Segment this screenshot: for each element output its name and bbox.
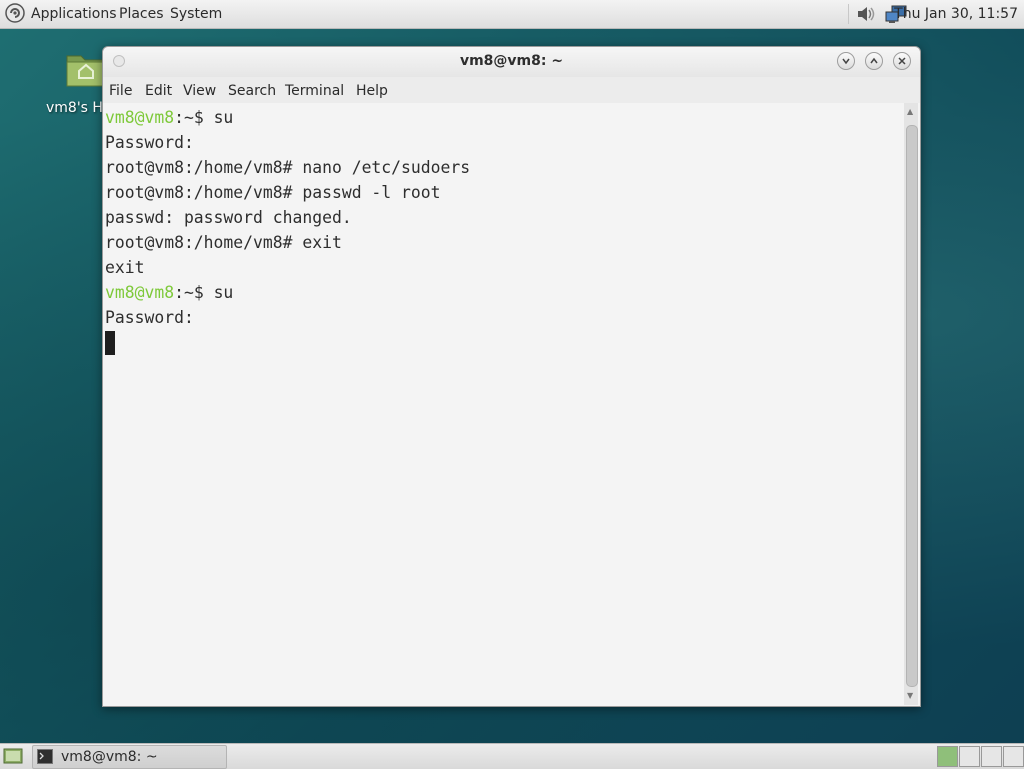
- prompt-user: vm8@vm8: [105, 283, 175, 302]
- bottom-panel: vm8@vm8: ~: [0, 743, 1024, 769]
- menu-view[interactable]: View: [183, 82, 216, 100]
- window-title: vm8@vm8: ~: [459, 53, 564, 69]
- prompt-path: :~: [174, 283, 194, 302]
- terminal-line: root@vm8:/home/vm8# nano /etc/sudoers: [105, 158, 471, 177]
- close-icon: [898, 57, 906, 65]
- prompt-command: $ su: [193, 283, 234, 302]
- workspace-1[interactable]: [937, 746, 958, 767]
- chevron-up-icon: [870, 57, 878, 64]
- terminal-line: Password:: [105, 308, 194, 327]
- window-titlebar[interactable]: vm8@vm8: ~: [103, 47, 920, 77]
- show-desktop-icon[interactable]: [3, 747, 23, 765]
- minimize-button[interactable]: [837, 52, 855, 70]
- taskbar-task-label: vm8@vm8: ~: [61, 749, 158, 765]
- applications-menu[interactable]: Applications: [31, 5, 117, 23]
- terminal-line: vm8@vm8:~$ su: [105, 280, 233, 305]
- scroll-up-icon[interactable]: ▲: [907, 107, 913, 116]
- terminal-line: root@vm8:/home/vm8# exit: [105, 233, 342, 252]
- terminal-line: vm8@vm8:~$ su: [105, 105, 233, 130]
- workspace-4[interactable]: [1003, 746, 1024, 767]
- maximize-button[interactable]: [865, 52, 883, 70]
- workspace-2[interactable]: [959, 746, 980, 767]
- terminal-cursor: [105, 331, 115, 355]
- terminal-line: passwd: password changed.: [105, 208, 352, 227]
- prompt-user: vm8@vm8: [105, 108, 175, 127]
- terminal-scrollbar[interactable]: ▲ ▼: [904, 103, 918, 705]
- panel-separator: [848, 4, 849, 24]
- places-menu[interactable]: Places: [119, 5, 164, 23]
- terminal-line: exit: [105, 258, 145, 277]
- terminal-line: root@vm8:/home/vm8# passwd -l root: [105, 183, 441, 202]
- menu-file[interactable]: File: [109, 82, 132, 100]
- menu-search[interactable]: Search: [228, 82, 276, 100]
- terminal-line: Password:: [105, 133, 194, 152]
- terminal-icon: [37, 749, 53, 764]
- volume-icon[interactable]: [856, 3, 878, 25]
- prompt-path: :~: [174, 108, 194, 127]
- system-menu[interactable]: System: [170, 5, 222, 23]
- menu-help[interactable]: Help: [356, 82, 388, 100]
- terminal-window: vm8@vm8: ~ File Edit View Search Termina…: [102, 46, 921, 707]
- terminal-output[interactable]: vm8@vm8:~$ su Password: root@vm8:/home/v…: [103, 103, 903, 705]
- chevron-down-icon: [842, 58, 850, 65]
- desktop-home-label: vm8's H: [46, 100, 103, 116]
- menu-edit[interactable]: Edit: [145, 82, 172, 100]
- panel-clock[interactable]: Thu Jan 30, 11:57: [894, 5, 1018, 23]
- scroll-down-icon[interactable]: ▼: [907, 691, 913, 700]
- terminal-menubar: File Edit View Search Terminal Help: [103, 77, 920, 103]
- distro-logo-icon[interactable]: [5, 3, 25, 23]
- close-button[interactable]: [893, 52, 911, 70]
- menu-terminal[interactable]: Terminal: [285, 82, 344, 100]
- scrollbar-thumb[interactable]: [906, 125, 918, 687]
- taskbar-terminal-button[interactable]: vm8@vm8: ~: [32, 745, 227, 769]
- top-panel: Applications Places System Thu Jan 30, 1…: [0, 0, 1024, 29]
- workspace-3[interactable]: [981, 746, 1002, 767]
- prompt-command: $ su: [193, 108, 234, 127]
